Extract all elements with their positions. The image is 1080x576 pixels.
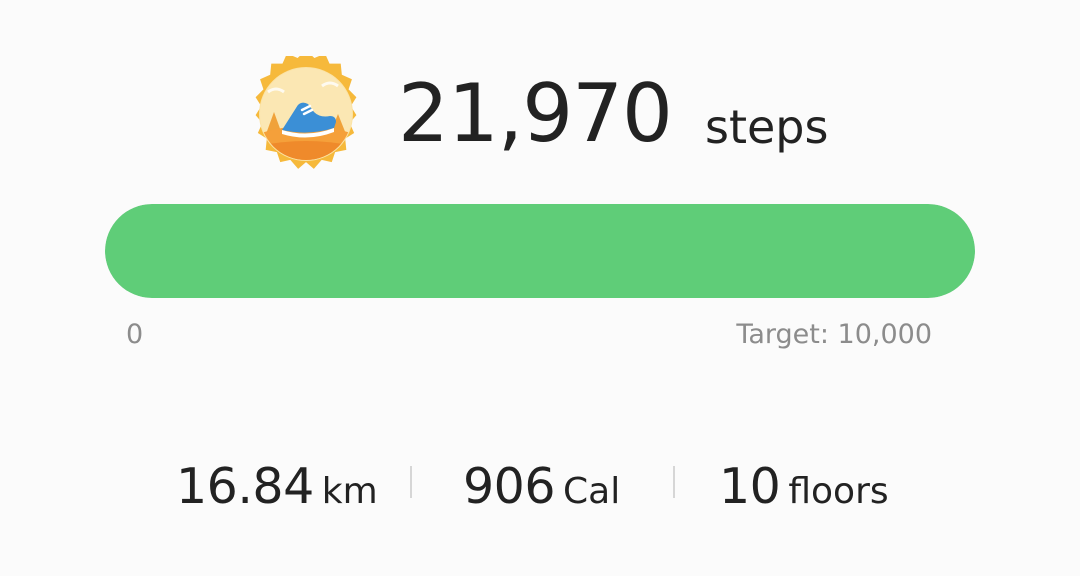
distance-unit: km	[321, 471, 378, 512]
calories-unit: Cal	[563, 471, 621, 512]
distance-stat[interactable]: 16.84 km	[176, 452, 378, 522]
distance-value: 16.84	[176, 458, 314, 515]
floors-stat[interactable]: 10 floors	[719, 452, 889, 522]
steps-screen: 21,970 steps 0 Target: 10,000 16.84 km 90…	[0, 0, 1080, 576]
stats-divider	[673, 466, 675, 498]
stats-divider	[410, 466, 412, 498]
floors-value: 10	[719, 458, 781, 515]
calories-stat[interactable]: 906 Cal	[463, 452, 620, 522]
steps-progress-fill	[105, 204, 975, 298]
steps-unit-label: steps	[705, 100, 829, 154]
activity-stats-row: 16.84 km 906 Cal 10 floors	[0, 452, 1080, 522]
steps-header: 21,970 steps	[0, 0, 1080, 200]
floors-unit: floors	[788, 471, 889, 512]
progress-target-label: Target: 10,000	[736, 319, 932, 350]
calories-value: 906	[463, 458, 556, 515]
steps-progress-bar[interactable]	[105, 204, 975, 298]
running-shoe-badge-icon[interactable]	[248, 56, 364, 172]
steps-count: 21,970	[398, 67, 673, 160]
progress-min-label: 0	[126, 319, 144, 350]
